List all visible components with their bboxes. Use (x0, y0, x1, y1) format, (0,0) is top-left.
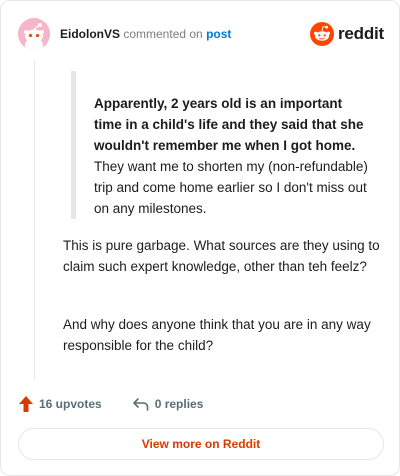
reply-arrow-icon (132, 398, 149, 411)
comment-footer: 16 upvotes 0 replies (18, 393, 203, 415)
reply-button[interactable]: 0 replies (132, 396, 204, 412)
blockquote: Apparently, 2 years old is an important … (71, 71, 371, 219)
quote-text: Apparently, 2 years old is an important … (94, 93, 371, 219)
reddit-logo-icon (309, 22, 334, 46)
upvote-arrow-icon (19, 396, 33, 412)
upvotes-count: 16 upvotes (39, 397, 102, 411)
comment-header: EidolonVS commented on post reddit (18, 18, 384, 50)
post-link[interactable]: post (206, 27, 231, 41)
replies-count: 0 replies (154, 397, 204, 411)
comment-paragraph-1: This is pure garbage. What sources are t… (63, 238, 380, 274)
embedded-comment-card: EidolonVS commented on post reddit Appar… (0, 0, 400, 476)
quote-bold-text: Apparently, 2 years old is an important … (94, 96, 364, 153)
reddit-wordmark: reddit (337, 24, 384, 43)
action-text: commented on (123, 27, 203, 41)
upvote-button[interactable]: 16 upvotes (18, 395, 102, 413)
quote-plain-text: They want me to shorten my (non-refundab… (94, 159, 368, 216)
reddit-brand[interactable]: reddit (309, 22, 384, 46)
username-link[interactable]: EidolonVS (60, 27, 120, 41)
view-more-button[interactable]: View more on Reddit (18, 428, 384, 460)
byline: EidolonVS commented on post (60, 27, 231, 41)
comment-paragraph-2: And why does anyone think that you are i… (63, 317, 371, 353)
thread-line (34, 61, 35, 379)
snoo-avatar-icon[interactable] (18, 18, 50, 50)
